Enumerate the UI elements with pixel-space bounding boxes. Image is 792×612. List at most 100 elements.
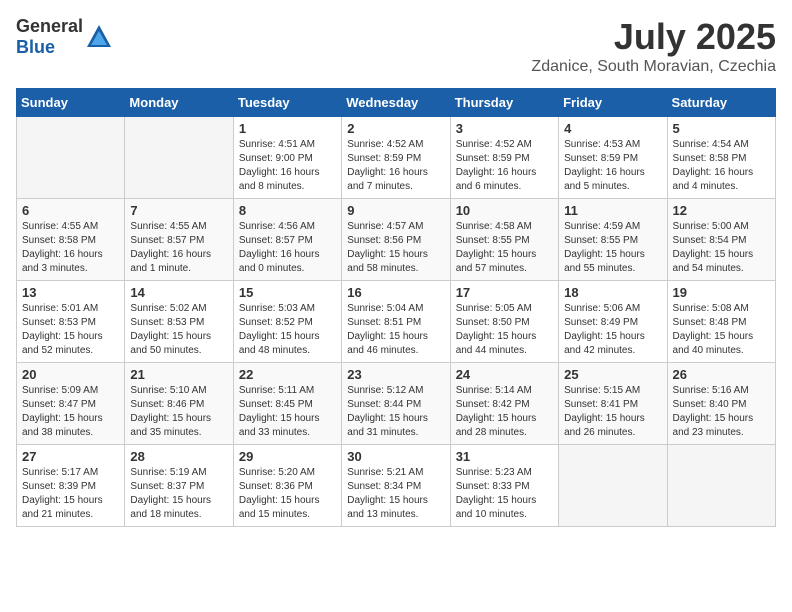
day-info: Sunrise: 4:51 AM Sunset: 9:00 PM Dayligh… bbox=[239, 138, 336, 194]
title-block: July 2025 Zdanice, South Moravian, Czech… bbox=[531, 16, 776, 76]
week-row-3: 13Sunrise: 5:01 AM Sunset: 8:53 PM Dayli… bbox=[17, 281, 776, 363]
day-info: Sunrise: 5:19 AM Sunset: 8:37 PM Dayligh… bbox=[130, 466, 227, 522]
day-number: 17 bbox=[456, 285, 553, 300]
week-row-2: 6 Sunrise: 4:55 AM Sunset: 8:58 PM Daylig… bbox=[17, 199, 776, 281]
day-info: Sunrise: 5:12 AM Sunset: 8:44 PM Dayligh… bbox=[347, 384, 444, 440]
calendar-cell: 14 Sunrise: 5:02 AM Sunset: 8:53 PM Dayli… bbox=[125, 281, 233, 363]
weekday-header-wednesday: Wednesday bbox=[342, 89, 450, 117]
day-number: 15 bbox=[239, 285, 336, 300]
page-header: General Blue July 2025 Zdanice, South Mo… bbox=[16, 16, 776, 76]
calendar-cell: 31 Sunrise: 5:23 AM Sunset: 8:33 PM Dayli… bbox=[450, 445, 558, 527]
calendar-cell: 27 Sunrise: 5:17 AM Sunset: 8:39 PM Dayli… bbox=[17, 445, 125, 527]
calendar-cell: 16Sunrise: 5:04 AM Sunset: 8:51 PM Dayli… bbox=[342, 281, 450, 363]
calendar-cell: 2Sunrise: 4:52 AM Sunset: 8:59 PM Daylig… bbox=[342, 117, 450, 199]
day-info: Sunrise: 5:17 AM Sunset: 8:39 PM Dayligh… bbox=[22, 466, 119, 522]
calendar-cell bbox=[667, 445, 775, 527]
day-info: Sunrise: 5:15 AM Sunset: 8:41 PM Dayligh… bbox=[564, 384, 661, 440]
day-number: 18 bbox=[564, 285, 661, 300]
calendar-cell bbox=[125, 117, 233, 199]
calendar-cell: 29Sunrise: 5:20 AM Sunset: 8:36 PM Dayli… bbox=[233, 445, 341, 527]
day-info: Sunrise: 4:59 AM Sunset: 8:55 PM Dayligh… bbox=[564, 220, 661, 276]
calendar-cell: 10 Sunrise: 4:58 AM Sunset: 8:55 PM Dayli… bbox=[450, 199, 558, 281]
calendar-cell: 15 Sunrise: 5:03 AM Sunset: 8:52 PM Dayli… bbox=[233, 281, 341, 363]
calendar-title: July 2025 bbox=[531, 16, 776, 58]
day-info: Sunrise: 5:02 AM Sunset: 8:53 PM Dayligh… bbox=[130, 302, 227, 358]
day-number: 11 bbox=[564, 203, 661, 218]
week-row-1: 1Sunrise: 4:51 AM Sunset: 9:00 PM Daylig… bbox=[17, 117, 776, 199]
day-number: 21 bbox=[130, 367, 227, 382]
day-number: 19 bbox=[673, 285, 770, 300]
day-number: 31 bbox=[456, 449, 553, 464]
day-info: Sunrise: 5:21 AM Sunset: 8:34 PM Dayligh… bbox=[347, 466, 444, 522]
logo-icon bbox=[85, 23, 113, 51]
day-info: Sunrise: 4:53 AM Sunset: 8:59 PM Dayligh… bbox=[564, 138, 661, 194]
calendar-cell: 26Sunrise: 5:16 AM Sunset: 8:40 PM Dayli… bbox=[667, 363, 775, 445]
day-number: 30 bbox=[347, 449, 444, 464]
day-number: 23 bbox=[347, 367, 444, 382]
day-info: Sunrise: 4:54 AM Sunset: 8:58 PM Dayligh… bbox=[673, 138, 770, 194]
day-number: 25 bbox=[564, 367, 661, 382]
day-info: Sunrise: 4:56 AM Sunset: 8:57 PM Dayligh… bbox=[239, 220, 336, 276]
day-info: Sunrise: 4:55 AM Sunset: 8:58 PM Dayligh… bbox=[22, 220, 119, 276]
day-info: Sunrise: 5:14 AM Sunset: 8:42 PM Dayligh… bbox=[456, 384, 553, 440]
logo-general: General bbox=[16, 16, 83, 36]
calendar-cell: 5 Sunrise: 4:54 AM Sunset: 8:58 PM Daylig… bbox=[667, 117, 775, 199]
logo-text: General Blue bbox=[16, 16, 83, 58]
day-number: 6 bbox=[22, 203, 119, 218]
weekday-header-thursday: Thursday bbox=[450, 89, 558, 117]
calendar-table: SundayMondayTuesdayWednesdayThursdayFrid… bbox=[16, 88, 776, 527]
calendar-cell: 22 Sunrise: 5:11 AM Sunset: 8:45 PM Dayli… bbox=[233, 363, 341, 445]
calendar-cell: 17Sunrise: 5:05 AM Sunset: 8:50 PM Dayli… bbox=[450, 281, 558, 363]
calendar-cell: 11 Sunrise: 4:59 AM Sunset: 8:55 PM Dayli… bbox=[559, 199, 667, 281]
day-info: Sunrise: 5:23 AM Sunset: 8:33 PM Dayligh… bbox=[456, 466, 553, 522]
weekday-header-friday: Friday bbox=[559, 89, 667, 117]
day-info: Sunrise: 5:11 AM Sunset: 8:45 PM Dayligh… bbox=[239, 384, 336, 440]
week-row-4: 20 Sunrise: 5:09 AM Sunset: 8:47 PM Dayli… bbox=[17, 363, 776, 445]
calendar-cell: 19Sunrise: 5:08 AM Sunset: 8:48 PM Dayli… bbox=[667, 281, 775, 363]
calendar-cell: 20 Sunrise: 5:09 AM Sunset: 8:47 PM Dayli… bbox=[17, 363, 125, 445]
day-number: 13 bbox=[22, 285, 119, 300]
day-number: 27 bbox=[22, 449, 119, 464]
day-number: 10 bbox=[456, 203, 553, 218]
day-number: 9 bbox=[347, 203, 444, 218]
logo: General Blue bbox=[16, 16, 113, 58]
week-row-5: 27 Sunrise: 5:17 AM Sunset: 8:39 PM Dayli… bbox=[17, 445, 776, 527]
day-number: 8 bbox=[239, 203, 336, 218]
day-number: 22 bbox=[239, 367, 336, 382]
calendar-cell: 25 Sunrise: 5:15 AM Sunset: 8:41 PM Dayli… bbox=[559, 363, 667, 445]
day-number: 29 bbox=[239, 449, 336, 464]
day-info: Sunrise: 4:58 AM Sunset: 8:55 PM Dayligh… bbox=[456, 220, 553, 276]
day-number: 20 bbox=[22, 367, 119, 382]
calendar-cell: 18Sunrise: 5:06 AM Sunset: 8:49 PM Dayli… bbox=[559, 281, 667, 363]
calendar-cell: 28 Sunrise: 5:19 AM Sunset: 8:37 PM Dayli… bbox=[125, 445, 233, 527]
day-number: 5 bbox=[673, 121, 770, 136]
calendar-location: Zdanice, South Moravian, Czechia bbox=[531, 58, 776, 76]
calendar-cell: 12 Sunrise: 5:00 AM Sunset: 8:54 PM Dayli… bbox=[667, 199, 775, 281]
calendar-cell: 23 Sunrise: 5:12 AM Sunset: 8:44 PM Dayli… bbox=[342, 363, 450, 445]
weekday-header-tuesday: Tuesday bbox=[233, 89, 341, 117]
calendar-cell: 4 Sunrise: 4:53 AM Sunset: 8:59 PM Daylig… bbox=[559, 117, 667, 199]
day-info: Sunrise: 5:16 AM Sunset: 8:40 PM Dayligh… bbox=[673, 384, 770, 440]
day-number: 28 bbox=[130, 449, 227, 464]
logo-blue: Blue bbox=[16, 37, 55, 57]
day-number: 12 bbox=[673, 203, 770, 218]
day-info: Sunrise: 5:10 AM Sunset: 8:46 PM Dayligh… bbox=[130, 384, 227, 440]
day-number: 7 bbox=[130, 203, 227, 218]
calendar-cell: 24Sunrise: 5:14 AM Sunset: 8:42 PM Dayli… bbox=[450, 363, 558, 445]
day-info: Sunrise: 4:57 AM Sunset: 8:56 PM Dayligh… bbox=[347, 220, 444, 276]
day-number: 14 bbox=[130, 285, 227, 300]
weekday-header-monday: Monday bbox=[125, 89, 233, 117]
day-info: Sunrise: 5:04 AM Sunset: 8:51 PM Dayligh… bbox=[347, 302, 444, 358]
day-info: Sunrise: 5:00 AM Sunset: 8:54 PM Dayligh… bbox=[673, 220, 770, 276]
day-info: Sunrise: 5:03 AM Sunset: 8:52 PM Dayligh… bbox=[239, 302, 336, 358]
calendar-cell: 30 Sunrise: 5:21 AM Sunset: 8:34 PM Dayli… bbox=[342, 445, 450, 527]
calendar-cell: 13Sunrise: 5:01 AM Sunset: 8:53 PM Dayli… bbox=[17, 281, 125, 363]
day-info: Sunrise: 4:52 AM Sunset: 8:59 PM Dayligh… bbox=[347, 138, 444, 194]
day-number: 4 bbox=[564, 121, 661, 136]
calendar-cell: 21 Sunrise: 5:10 AM Sunset: 8:46 PM Dayli… bbox=[125, 363, 233, 445]
calendar-cell: 6 Sunrise: 4:55 AM Sunset: 8:58 PM Daylig… bbox=[17, 199, 125, 281]
day-info: Sunrise: 5:09 AM Sunset: 8:47 PM Dayligh… bbox=[22, 384, 119, 440]
weekday-header-saturday: Saturday bbox=[667, 89, 775, 117]
calendar-cell: 7Sunrise: 4:55 AM Sunset: 8:57 PM Daylig… bbox=[125, 199, 233, 281]
calendar-cell: 1Sunrise: 4:51 AM Sunset: 9:00 PM Daylig… bbox=[233, 117, 341, 199]
